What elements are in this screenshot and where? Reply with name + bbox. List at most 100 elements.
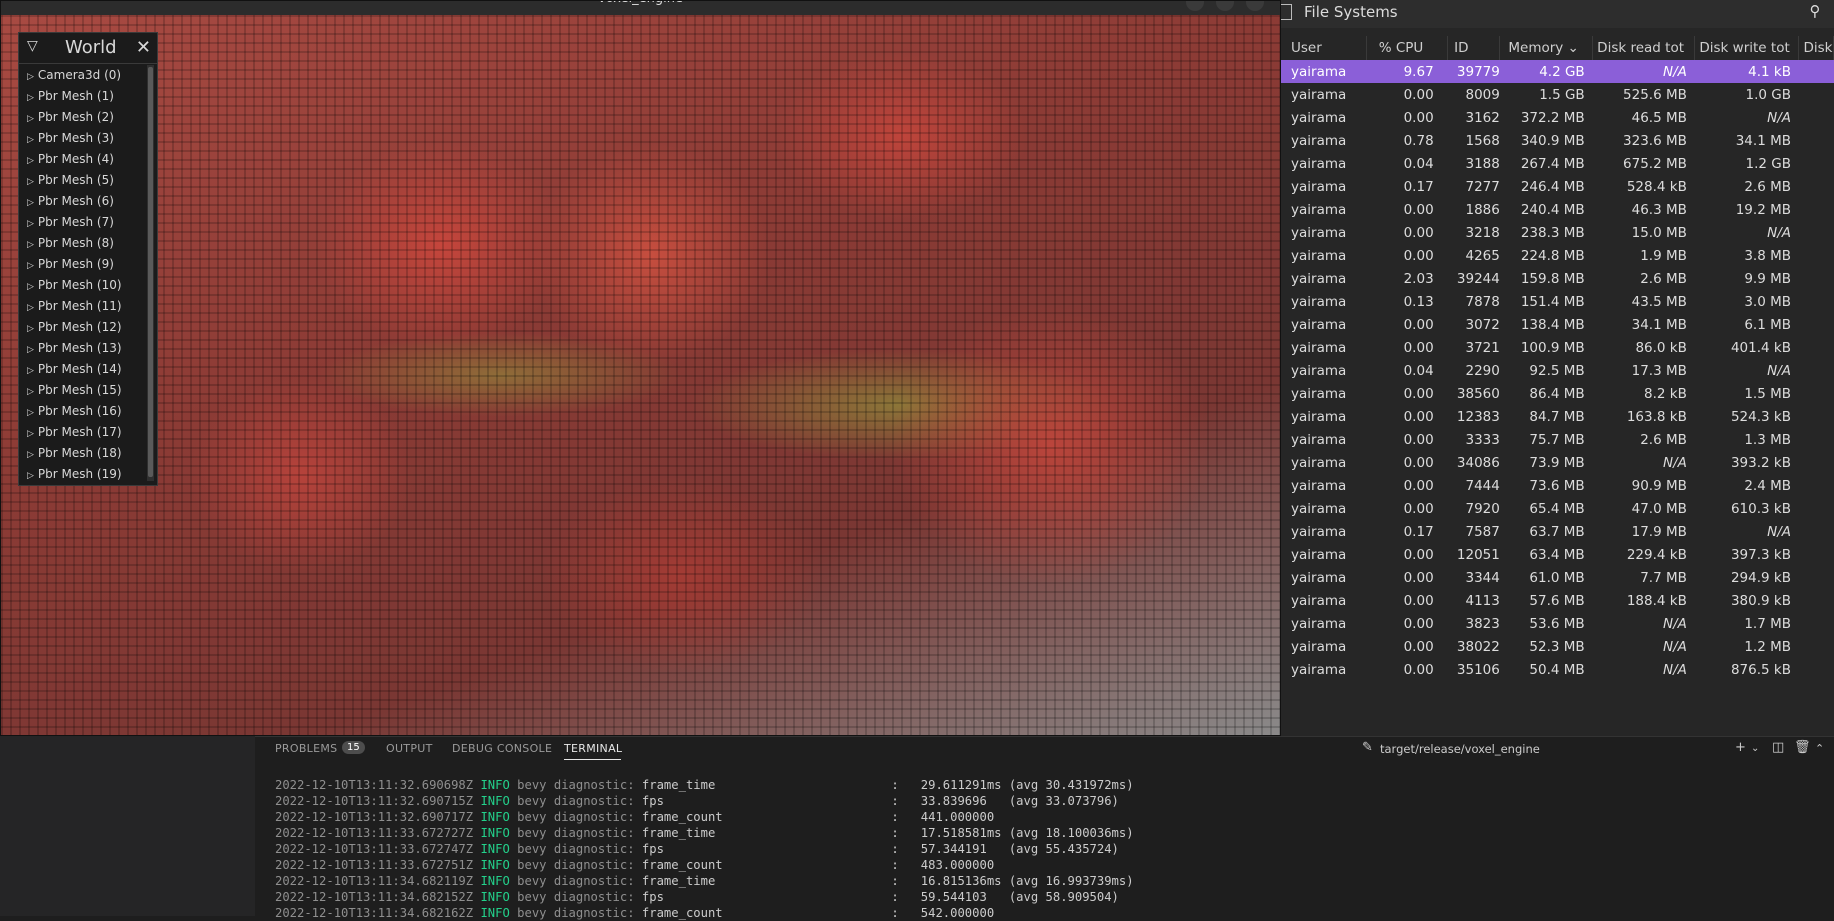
entity-tree-item[interactable]: ▷ Pbr Mesh (17) <box>19 422 143 443</box>
process-row[interactable]: yairama 0.00 12051 63.4 MB 229.4 kB 397.3 kB <box>1281 543 1834 566</box>
process-row[interactable]: yairama 0.04 2290 92.5 MB 17.3 MB N/A <box>1281 359 1834 382</box>
column-disk-read[interactable]: Disk read tot <box>1592 36 1696 60</box>
column-id[interactable]: ID <box>1447 36 1501 60</box>
terminal-panel[interactable]: PROBLEMS 15 OUTPUT DEBUG CONSOLE TERMINA… <box>255 736 1834 920</box>
expand-icon[interactable]: ▷ <box>27 114 34 124</box>
tab-debug-console[interactable]: DEBUG CONSOLE <box>452 742 552 755</box>
close-window-button[interactable] <box>1246 1 1264 11</box>
entity-tree-item[interactable]: ▷ Pbr Mesh (8) <box>19 233 143 254</box>
expand-icon[interactable]: ▷ <box>27 282 34 292</box>
expand-icon[interactable]: ▷ <box>27 177 34 187</box>
entity-tree-item[interactable]: ▷ Pbr Mesh (4) <box>19 149 143 170</box>
terminal-output[interactable]: 2022-12-10T13:11:32.690698Z INFO bevy di… <box>275 777 1134 921</box>
process-row[interactable]: yairama 0.00 3333 75.7 MB 2.6 MB 1.3 MB <box>1281 428 1834 451</box>
tab-problems[interactable]: PROBLEMS <box>275 742 337 755</box>
process-row[interactable]: yairama 0.04 3188 267.4 MB 675.2 MB 1.2 GB <box>1281 152 1834 175</box>
world-inspector-panel[interactable]: ▽ World ✕ ▷ Camera3d (0) ▷ Pbr Mesh (1) ▷ Pbr… <box>18 32 158 486</box>
expand-icon[interactable]: ▷ <box>27 261 34 271</box>
entity-tree-item[interactable]: ▷ Pbr Mesh (2) <box>19 107 143 128</box>
expand-icon[interactable]: ▷ <box>27 303 34 313</box>
chevron-down-icon[interactable]: ⌄ <box>1751 743 1759 754</box>
column-user[interactable]: User <box>1281 36 1367 60</box>
search-icon[interactable]: ⚲ <box>1804 2 1826 24</box>
process-row[interactable]: yairama 0.00 4265 224.8 MB 1.9 MB 3.8 MB <box>1281 244 1834 267</box>
entity-tree-item[interactable]: ▷ Pbr Mesh (5) <box>19 170 143 191</box>
entity-tree-item[interactable]: ▷ Pbr Mesh (18) <box>19 443 143 464</box>
close-icon[interactable]: ✕ <box>136 37 151 58</box>
expand-icon[interactable]: ▷ <box>27 198 34 208</box>
entity-tree-item[interactable]: ▷ Pbr Mesh (15) <box>19 380 143 401</box>
expand-icon[interactable]: ▷ <box>27 429 34 439</box>
expand-icon[interactable]: ▷ <box>27 219 34 229</box>
tab-terminal[interactable]: TERMINAL <box>564 742 622 755</box>
process-row[interactable]: yairama 0.17 7587 63.7 MB 17.9 MB N/A <box>1281 520 1834 543</box>
entity-tree-item[interactable]: ▷ Pbr Mesh (10) <box>19 275 143 296</box>
column-disk-write[interactable]: Disk write tot <box>1694 36 1800 60</box>
process-row[interactable]: yairama 0.00 1886 240.4 MB 46.3 MB 19.2 MB <box>1281 198 1834 221</box>
add-terminal-icon[interactable]: + <box>1735 740 1746 755</box>
world-scrollbar[interactable] <box>147 65 154 481</box>
expand-icon[interactable]: ▷ <box>27 135 34 145</box>
process-row[interactable]: yairama 0.00 34086 73.9 MB N/A 393.2 kB <box>1281 451 1834 474</box>
process-row[interactable]: yairama 0.00 3072 138.4 MB 34.1 MB 6.1 MB <box>1281 313 1834 336</box>
process-row[interactable]: yairama 0.00 7444 73.6 MB 90.9 MB 2.4 MB <box>1281 474 1834 497</box>
column-disk[interactable]: Disk <box>1798 36 1834 60</box>
process-row[interactable]: yairama 0.00 35106 50.4 MB N/A 876.5 kB <box>1281 658 1834 681</box>
process-row[interactable]: yairama 0.00 3162 372.2 MB 46.5 MB N/A <box>1281 106 1834 129</box>
column-cpu[interactable]: % CPU <box>1366 36 1449 60</box>
expand-icon[interactable]: ▷ <box>27 324 34 334</box>
expand-icon[interactable]: ▷ <box>27 408 34 418</box>
entity-tree-item[interactable]: ▷ Pbr Mesh (13) <box>19 338 143 359</box>
expand-icon[interactable]: ▷ <box>27 387 34 397</box>
entity-tree-item[interactable]: ▷ Pbr Mesh (14) <box>19 359 143 380</box>
world-scrollbar-thumb[interactable] <box>148 67 153 477</box>
file-systems-tab[interactable]: File Systems <box>1304 3 1398 21</box>
entity-tree-item[interactable]: ▷ Pbr Mesh (19) <box>19 464 143 485</box>
chevron-up-icon[interactable]: ⌃ <box>1815 742 1824 755</box>
expand-icon[interactable]: ▷ <box>27 240 34 250</box>
entity-tree-item[interactable]: ▷ Pbr Mesh (3) <box>19 128 143 149</box>
entity-tree-item[interactable]: ▷ Pbr Mesh (6) <box>19 191 143 212</box>
game-window[interactable]: voxel_engine ▽ World ✕ ▷Camera3d (0)▷Pbr… <box>0 0 1281 736</box>
entity-tree-item[interactable]: ▷ Pbr Mesh (7) <box>19 212 143 233</box>
minimize-button[interactable] <box>1186 1 1204 11</box>
expand-icon[interactable]: ▷ <box>27 471 34 481</box>
world-panel-header[interactable]: ▽ World ✕ <box>19 33 157 64</box>
process-row[interactable]: yairama 0.00 7920 65.4 MB 47.0 MB 610.3 kB <box>1281 497 1834 520</box>
expand-icon[interactable]: ▷ <box>27 345 34 355</box>
collapse-icon[interactable]: ▽ <box>27 38 38 54</box>
expand-icon[interactable]: ▷ <box>27 93 34 103</box>
trash-icon[interactable]: 🗑 <box>1794 740 1811 755</box>
process-row[interactable]: yairama 0.13 7878 151.4 MB 43.5 MB 3.0 MB <box>1281 290 1834 313</box>
expand-icon[interactable]: ▷ <box>27 450 34 460</box>
expand-icon[interactable]: ▷ <box>27 366 34 376</box>
column-memory[interactable]: Memory ⌄ <box>1499 36 1594 60</box>
maximize-button[interactable] <box>1216 1 1234 11</box>
tab-output[interactable]: OUTPUT <box>386 742 433 755</box>
process-row[interactable]: yairama 0.00 3344 61.0 MB 7.7 MB 294.9 kB <box>1281 566 1834 589</box>
process-row[interactable]: yairama 0.17 7277 246.4 MB 528.4 kB 2.6 MB <box>1281 175 1834 198</box>
entity-tree-item[interactable]: ▷ Pbr Mesh (1) <box>19 86 143 107</box>
entity-tree-item[interactable]: ▷ Camera3d (0) <box>19 65 143 86</box>
process-row[interactable]: yairama 0.00 3823 53.6 MB N/A 1.7 MB <box>1281 612 1834 635</box>
process-row[interactable]: yairama 0.00 38560 86.4 MB 8.2 kB 1.5 MB <box>1281 382 1834 405</box>
split-terminal-icon[interactable]: ◫ <box>1772 740 1784 755</box>
process-row[interactable]: yairama 0.00 3218 238.3 MB 15.0 MB N/A <box>1281 221 1834 244</box>
entity-tree-item[interactable]: ▷ Pbr Mesh (11) <box>19 296 143 317</box>
process-row[interactable]: yairama 0.00 8009 1.5 GB 525.6 MB 1.0 GB <box>1281 83 1834 106</box>
terminal-instance-label[interactable]: target/release/voxel_engine <box>1380 742 1540 756</box>
process-row[interactable]: yairama 0.00 38022 52.3 MB N/A 1.2 MB <box>1281 635 1834 658</box>
game-titlebar[interactable]: voxel_engine <box>1 1 1280 15</box>
process-row[interactable]: yairama 0.00 3721 100.9 MB 86.0 kB 401.4 kB <box>1281 336 1834 359</box>
process-row[interactable]: yairama 0.00 12383 84.7 MB 163.8 kB 524.3 kB <box>1281 405 1834 428</box>
entity-tree-item[interactable]: ▷ Pbr Mesh (12) <box>19 317 143 338</box>
voxel-viewport[interactable] <box>1 15 1280 735</box>
expand-icon[interactable]: ▷ <box>27 156 34 166</box>
process-row[interactable]: yairama 0.78 1568 340.9 MB 323.6 MB 34.1 MB <box>1281 129 1834 152</box>
entity-tree-item[interactable]: ▷ Pbr Mesh (9) <box>19 254 143 275</box>
process-row[interactable]: yairama 0.00 4113 57.6 MB 188.4 kB 380.9 kB <box>1281 589 1834 612</box>
process-row[interactable]: yairama 2.03 39244 159.8 MB 2.6 MB 9.9 MB <box>1281 267 1834 290</box>
entity-tree-item[interactable]: ▷ Pbr Mesh (16) <box>19 401 143 422</box>
process-row[interactable]: yairama 9.67 39779 4.2 GB N/A 4.1 kB <box>1281 60 1834 83</box>
expand-icon[interactable]: ▷ <box>27 72 34 82</box>
